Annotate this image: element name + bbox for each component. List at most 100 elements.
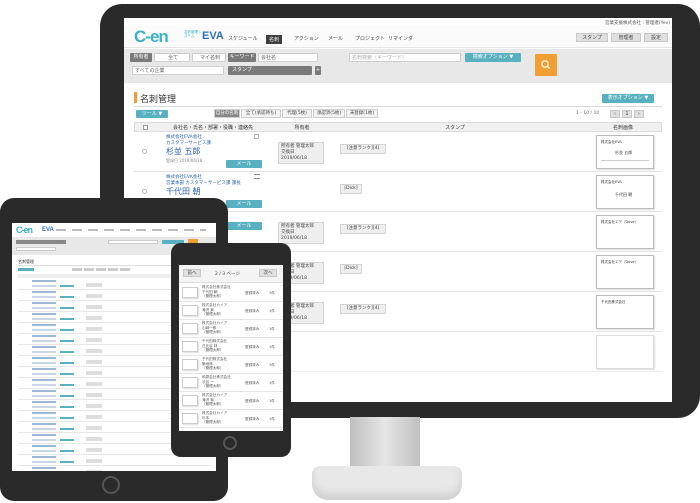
row-mail-button[interactable]: メール: [226, 200, 262, 208]
eva-logo: EVA: [202, 30, 224, 42]
list-item[interactable]: 千代田株式会社 築地林 （管理太郎） 登録済み 1件: [179, 356, 283, 374]
list-card-thumb: [182, 323, 198, 334]
header-card-image: 名刺画像: [588, 124, 658, 131]
card-company: 株式会社EVA: [601, 180, 622, 184]
row-name[interactable]: 千代田 朝: [166, 186, 201, 197]
app-logo-sub: 名刺管理システム: [184, 30, 202, 38]
row-card-image[interactable]: 株式会社EVA 杉並 五郎: [596, 135, 654, 169]
row-exchange-date: 交換日 2019/06/18: [281, 230, 307, 241]
list-card-thumb: [182, 359, 198, 370]
app-logo[interactable]: C-en: [134, 27, 169, 47]
phone-home-button[interactable]: [223, 436, 237, 450]
tablet-search-input[interactable]: [108, 240, 158, 244]
admin-button[interactable]: 管理者: [611, 33, 641, 42]
display-option-button[interactable]: 表示オプション ▼: [602, 94, 654, 103]
tablet-home-button[interactable]: [102, 476, 120, 494]
list-card-thumb: [182, 377, 198, 388]
pagination-info: 1 - 10 / 10: [576, 111, 600, 116]
list-card-thumb: [182, 395, 198, 406]
list-status: 登録済み: [245, 363, 260, 367]
nav-mail[interactable]: メール: [328, 35, 343, 42]
owner-select[interactable]: 全て: [154, 53, 190, 62]
tool-button[interactable]: ツール ▼: [136, 110, 168, 118]
card-name: 千代田 朝: [615, 192, 633, 197]
list-info: 株式会社カイア 滝沢 紫（管理太郎）: [202, 303, 228, 316]
list-item[interactable]: 株式会社カイア 杉本 （管理太郎） 登録済み 1件: [179, 410, 283, 428]
card-line: [601, 160, 649, 161]
row-exchange-date: 交換日 2019/06/18: [281, 150, 307, 161]
row-menu-icon[interactable]: [254, 134, 259, 139]
row-card-image[interactable]: 株式会社エデ（Dove）: [596, 215, 654, 249]
row-card-image[interactable]: 株式会社エデ（Dove）: [596, 255, 654, 289]
list-item[interactable]: 株式会社株式会社 千代田 朝（管理太郎） 登録済み 1件: [179, 284, 283, 302]
list-info: 和泉会社株式会社 渋谷 ー（管理太郎）: [202, 375, 231, 388]
tablet-eva-logo: EVA: [42, 227, 54, 233]
stamp-button[interactable]: スタンプ: [576, 33, 608, 42]
tab-mine[interactable]: 自分の名刺: [214, 109, 240, 118]
page-number-button[interactable]: 1: [622, 110, 632, 118]
list-info: 株式会社カイア 滝沢 紫（管理太郎）: [202, 393, 228, 406]
table-row[interactable]: 株式会社EVA会社 カスタマーサービス課 杉並 五郎 登録日 2019/06/1…: [134, 132, 662, 172]
tablet-tabs[interactable]: [72, 268, 132, 271]
stamp-add-button[interactable]: +: [315, 66, 321, 75]
list-item[interactable]: 千代田株式会社 日比谷 林（管理太郎） 登録済み 1件: [179, 338, 283, 356]
tab-proxy[interactable]: 代理(5枚): [282, 109, 312, 118]
tab-approved[interactable]: 承認済(5枚): [313, 109, 345, 118]
row-stamp[interactable]: [Dick]: [340, 184, 362, 194]
row-checkbox[interactable]: [142, 149, 147, 154]
phone-screen: 前へ 2 / 3 ページ 次へ 株式会社株式会社 千代田 朝（管理太郎） 登録済み…: [179, 265, 283, 431]
tablet-company-filter[interactable]: [16, 247, 56, 251]
nav-project[interactable]: プロジェクト: [355, 35, 385, 42]
tablet-owner-column: [86, 283, 102, 471]
row-name[interactable]: 杉並 五郎: [166, 146, 201, 157]
nav-schedule[interactable]: スケジュール: [228, 35, 258, 42]
row-stamp[interactable]: [注意ランク][4]: [340, 224, 386, 234]
nav-reminder[interactable]: リマインダ: [388, 35, 413, 42]
monitor-stand: [350, 417, 420, 469]
card-name: 杉並 五郎: [615, 150, 633, 155]
row-stamp[interactable]: [注意ランク][4]: [340, 304, 386, 314]
tablet-logo[interactable]: C-en: [16, 225, 33, 235]
row-menu-icon[interactable]: [254, 174, 260, 179]
list-count: 1件: [269, 417, 275, 421]
tablet-contact-column: [32, 280, 56, 471]
card-company: 株式会社EVA: [601, 140, 622, 144]
card-company: 株式会社エデ（Dove）: [601, 260, 639, 264]
tablet-owner-filter[interactable]: [16, 240, 66, 244]
list-card-thumb: [182, 305, 198, 316]
row-stamp[interactable]: [注意ランク][4]: [340, 144, 386, 154]
tablet-nav[interactable]: [56, 229, 206, 231]
list-status: 登録済み: [245, 417, 260, 421]
nav-cards[interactable]: 名刺: [266, 35, 283, 44]
keyword-select[interactable]: 会社名: [258, 53, 318, 62]
phone-next-button[interactable]: 次へ: [259, 269, 277, 277]
tab-unregistered[interactable]: 未登録(1枚): [346, 109, 378, 118]
list-item[interactable]: 和泉会社株式会社 渋谷 ー（管理太郎） 登録済み 1件: [179, 374, 283, 392]
row-mail-button[interactable]: メール: [226, 160, 262, 168]
row-mail-button[interactable]: メール: [226, 222, 262, 230]
row-checkbox[interactable]: [142, 189, 147, 194]
select-all-checkbox[interactable]: [143, 125, 148, 130]
page-prev-button[interactable]: ‹: [610, 110, 620, 118]
nav-action[interactable]: アクション: [294, 35, 319, 42]
row-card-image[interactable]: [596, 335, 654, 369]
company-select[interactable]: すべての企業: [132, 66, 224, 75]
list-item[interactable]: 株式会社カイア 滝沢 紫（管理太郎） 登録済み 1件: [179, 392, 283, 410]
search-option-button[interactable]: 検索オプション ▼: [465, 53, 521, 62]
search-input[interactable]: 名刺検索（キーワード）: [349, 53, 461, 62]
phone-prev-button[interactable]: 前へ: [183, 269, 201, 277]
tab-all[interactable]: 全て(承認待ち): [241, 109, 281, 118]
page-next-button[interactable]: ›: [634, 110, 644, 118]
my-card-toggle[interactable]: マイ名刺: [192, 53, 226, 62]
tablet-tool-button[interactable]: [18, 268, 34, 271]
search-button[interactable]: [535, 54, 557, 76]
list-item[interactable]: 株式会社カイア 山崎一郎 （管理太郎） 登録済み 1件: [179, 320, 283, 338]
tablet-mail-column[interactable]: [60, 285, 74, 471]
row-stamp[interactable]: [Dick]: [340, 264, 362, 274]
settings-button[interactable]: 設定: [644, 33, 668, 42]
stamp-select[interactable]: スタンプ: [228, 66, 312, 75]
row-card-image[interactable]: 千代田株式会社: [596, 295, 654, 329]
list-item[interactable]: 株式会社カイア 滝沢 紫（管理太郎） 登録済み 1件: [179, 302, 283, 320]
list-status: 登録済み: [245, 345, 260, 349]
row-card-image[interactable]: 株式会社EVA 千代田 朝: [596, 175, 654, 209]
